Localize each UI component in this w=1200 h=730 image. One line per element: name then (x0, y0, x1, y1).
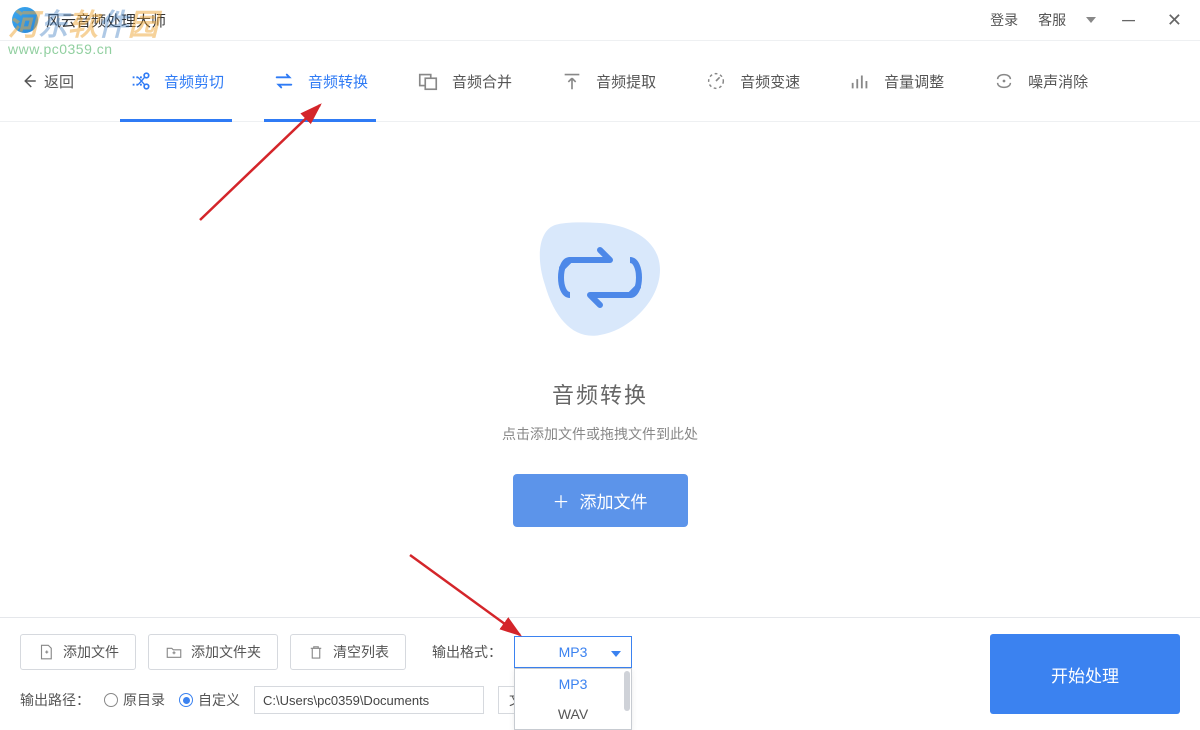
app-logo (12, 7, 38, 33)
folder-plus-icon (165, 643, 183, 661)
format-option-mp3[interactable]: MP3 (515, 669, 631, 699)
minimize-button[interactable]: ─ (1116, 8, 1141, 33)
app-title: 风云音频处理大师 (46, 10, 166, 31)
clear-list-button[interactable]: 清空列表 (290, 634, 406, 670)
tab-bar: 返回 音频剪切 音频转换 音频合并 音频提取 音频变速 音量调整 噪声消除 (0, 40, 1200, 122)
close-button[interactable]: ✕ (1161, 8, 1188, 33)
volume-icon (848, 69, 872, 93)
convert-icon (272, 69, 296, 93)
format-label: 输出格式： (432, 642, 502, 662)
drop-hint: 点击添加文件或拖拽文件到此处 (502, 424, 698, 444)
radio-custom-dir[interactable]: 自定义 (179, 690, 240, 710)
back-button[interactable]: 返回 (20, 71, 74, 92)
cut-icon (128, 69, 152, 93)
back-arrow-icon (20, 72, 38, 90)
dropdown-caret-icon[interactable] (1086, 17, 1096, 23)
merge-icon (416, 69, 440, 93)
output-path-label: 输出路径： (20, 690, 90, 710)
bottom-panel: 添加文件 添加文件夹 清空列表 输出格式： MP3 MP3 WAV 开始处理 输… (0, 617, 1200, 730)
tab-audio-speed[interactable]: 音频变速 (680, 40, 824, 122)
support-link[interactable]: 客服 (1038, 10, 1066, 30)
add-folder-button[interactable]: 添加文件夹 (148, 634, 278, 670)
plus-icon: ＋ (553, 488, 570, 513)
dropdown-scrollbar[interactable] (624, 671, 630, 711)
format-option-wav[interactable]: WAV (515, 699, 631, 729)
add-file-button[interactable]: 添加文件 (20, 634, 136, 670)
radio-original-dir[interactable]: 原目录 (104, 690, 165, 710)
denoise-icon (992, 69, 1016, 93)
file-plus-icon (37, 643, 55, 661)
add-file-main-button[interactable]: ＋ 添加文件 (513, 474, 688, 527)
output-path-input[interactable] (254, 686, 484, 714)
drop-title: 音频转换 (552, 378, 648, 410)
extract-icon (560, 69, 584, 93)
drop-area[interactable]: 音频转换 点击添加文件或拖拽文件到此处 ＋ 添加文件 (0, 122, 1200, 610)
title-bar: 风云音频处理大师 登录 客服 ─ ✕ (0, 0, 1200, 40)
format-dropdown: MP3 WAV (514, 668, 632, 730)
start-process-button[interactable]: 开始处理 (990, 634, 1180, 714)
tab-volume-adjust[interactable]: 音量调整 (824, 40, 968, 122)
chevron-down-icon (611, 644, 621, 660)
speed-icon (704, 69, 728, 93)
tab-audio-convert[interactable]: 音频转换 (248, 40, 392, 122)
title-actions: 登录 客服 ─ ✕ (990, 8, 1188, 33)
format-select[interactable]: MP3 MP3 WAV (514, 636, 632, 668)
tab-audio-merge[interactable]: 音频合并 (392, 40, 536, 122)
tab-noise-remove[interactable]: 噪声消除 (968, 40, 1112, 122)
tab-audio-cut[interactable]: 音频剪切 (104, 40, 248, 122)
trash-icon (307, 643, 325, 661)
tab-audio-extract[interactable]: 音频提取 (536, 40, 680, 122)
login-link[interactable]: 登录 (990, 10, 1018, 30)
convert-illustration-icon (520, 205, 680, 360)
